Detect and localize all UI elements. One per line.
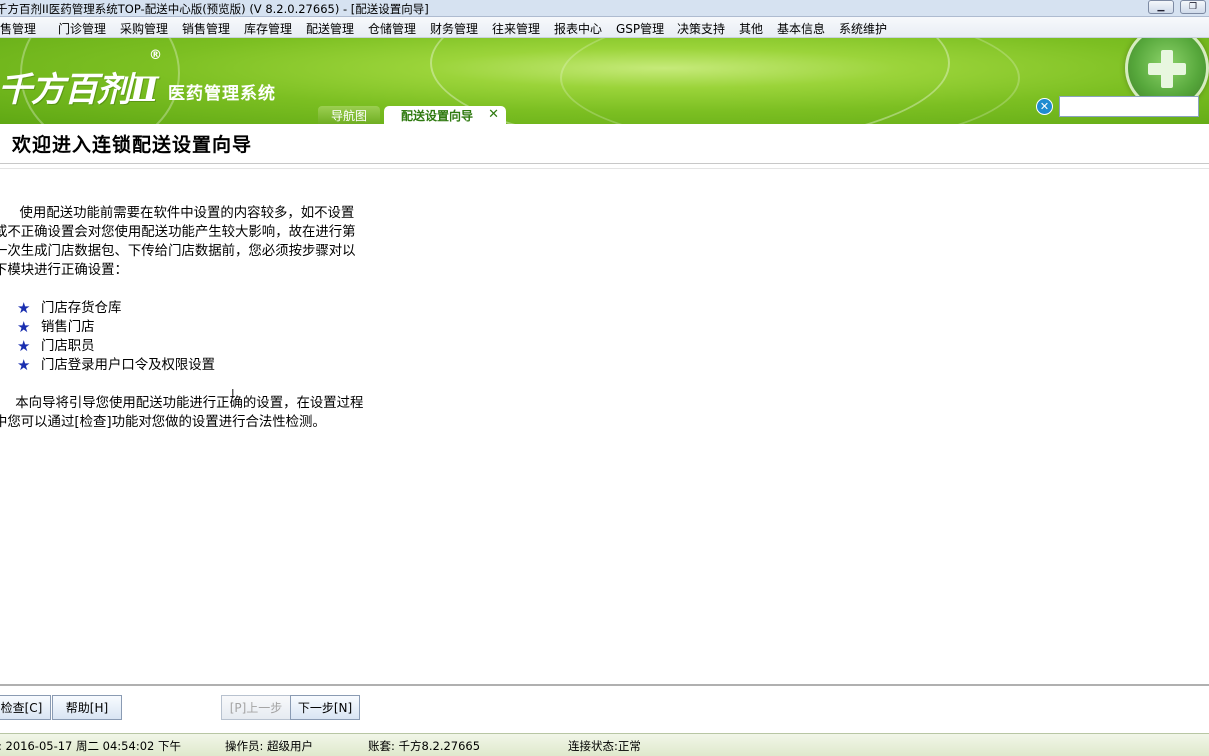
- star-icon: ★: [17, 337, 31, 355]
- search-clear-icon[interactable]: ✕: [1036, 98, 1053, 115]
- minimize-icon: ▁: [1157, 2, 1165, 12]
- app-banner: 千方百剂Ⅱ ® 医药管理系统: [0, 38, 1209, 124]
- restore-button[interactable]: ❐: [1180, 0, 1206, 14]
- window-title: 千方百剂II医药管理系统TOP-配送中心版(预览版) (V 8.2.0.2766…: [0, 2, 429, 16]
- banner-decoration: [560, 38, 1020, 124]
- minimize-button[interactable]: ▁: [1148, 0, 1174, 14]
- list-item: ★ 门店登录用户口令及权限设置: [17, 356, 215, 375]
- menu-item-sales[interactable]: 销售管理: [182, 20, 230, 37]
- menu-item-basic-info[interactable]: 基本信息: [777, 20, 825, 37]
- menu-item-inventory[interactable]: 库存管理: [244, 20, 292, 37]
- list-item: ★ 门店职员: [17, 337, 95, 356]
- page-title: 欢迎进入连锁配送设置向导: [12, 134, 253, 156]
- status-operator: 操作员: 超级用户: [225, 739, 314, 753]
- menu-item-gsp[interactable]: GSP管理: [616, 20, 664, 37]
- menu-item-reports[interactable]: 报表中心: [554, 20, 602, 37]
- search-input[interactable]: [1059, 96, 1199, 117]
- menu-item-accounts[interactable]: 往来管理: [492, 20, 540, 37]
- list-item-label: 门店登录用户口令及权限设置: [41, 358, 216, 373]
- tab-label: 配送设置向导: [401, 108, 474, 123]
- menu-item-purchase[interactable]: 采购管理: [120, 20, 168, 37]
- next-step-button[interactable]: 下一步[N]: [290, 695, 360, 720]
- star-icon: ★: [17, 299, 31, 317]
- list-item-label: 销售门店: [41, 320, 95, 335]
- menu-item-other[interactable]: 其他: [739, 20, 763, 37]
- menu-bar: 零售管理 门诊管理 采购管理 销售管理 库存管理 配送管理 仓储管理 财务管理 …: [0, 17, 1209, 38]
- intro-line: 使用配送功能前需要在软件中设置的内容较多，如不设置: [0, 206, 355, 221]
- list-item: ★ 销售门店: [17, 318, 95, 337]
- prev-step-button[interactable]: [P]上一步: [221, 695, 291, 720]
- menu-item-finance[interactable]: 财务管理: [430, 20, 478, 37]
- divider: [0, 684, 1209, 686]
- help-button[interactable]: 帮助[H]: [52, 695, 122, 720]
- divider: [0, 168, 1209, 169]
- registered-mark: ®: [149, 48, 162, 63]
- intro-line: 一次生成门店数据包、下传给门店数据前，您必须按步骤对以: [0, 244, 356, 259]
- list-item: ★ 门店存货仓库: [17, 299, 121, 318]
- status-account: 账套: 千方8.2.27665: [368, 739, 481, 753]
- menu-item-retail[interactable]: 零售管理: [0, 20, 36, 37]
- restore-icon: ❐: [1188, 2, 1198, 12]
- status-connection: 连接状态:正常: [568, 739, 641, 753]
- logo-text: 千方百剂Ⅱ: [0, 70, 159, 110]
- menu-item-decision[interactable]: 决策支持: [677, 20, 725, 37]
- intro-line: 下模块进行正确设置：: [0, 263, 128, 278]
- logo-subtitle: 医药管理系统: [168, 84, 276, 104]
- menu-item-distribution[interactable]: 配送管理: [306, 20, 354, 37]
- close-icon[interactable]: ✕: [488, 107, 499, 122]
- menu-item-clinic[interactable]: 门诊管理: [58, 20, 106, 37]
- star-icon: ★: [17, 318, 31, 336]
- outro-paragraph: 本向导将引导您使用配送功能进行正确的设置，在设置过程 中您可以通过[检查]功能对…: [0, 394, 404, 432]
- list-item-label: 门店职员: [41, 339, 95, 354]
- divider: [0, 163, 1209, 164]
- tab-navigation-map[interactable]: 导航图: [318, 106, 380, 124]
- tab-distribution-wizard[interactable]: 配送设置向导 ✕: [384, 106, 506, 124]
- star-icon: ★: [17, 356, 31, 374]
- intro-paragraph: 使用配送功能前需要在软件中设置的内容较多，如不设置 或不正确设置会对您使用配送功…: [0, 204, 404, 280]
- window-titlebar: 千方百剂II医药管理系统TOP-配送中心版(预览版) (V 8.2.0.2766…: [0, 0, 1209, 17]
- list-item-label: 门店存货仓库: [41, 301, 122, 316]
- menu-item-warehouse[interactable]: 仓储管理: [368, 20, 416, 37]
- status-bar: : 2016-05-17 周二 04:54:02 下午 操作员: 超级用户 账套…: [0, 733, 1209, 756]
- outro-line: 本向导将引导您使用配送功能进行正确的设置，在设置过程: [0, 396, 364, 411]
- check-button[interactable]: 检查[C]: [0, 695, 51, 720]
- status-datetime: : 2016-05-17 周二 04:54:02 下午: [0, 739, 181, 753]
- tab-label: 导航图: [330, 108, 367, 123]
- intro-line: 或不正确设置会对您使用配送功能产生较大影响，故在进行第: [0, 225, 356, 240]
- menu-item-system[interactable]: 系统维护: [839, 20, 887, 37]
- outro-line: 中您可以通过[检查]功能对您做的设置进行合法性检测。: [0, 415, 326, 430]
